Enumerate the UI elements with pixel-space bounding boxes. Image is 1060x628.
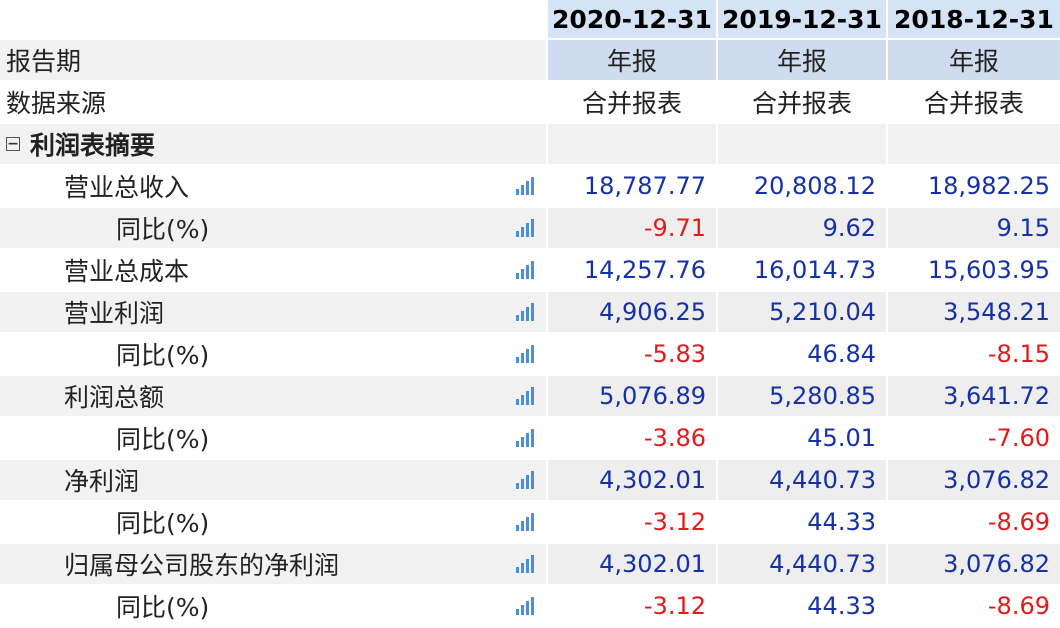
metric-row-label: 净利润 xyxy=(0,460,546,502)
section-blank xyxy=(886,124,1060,166)
report-period-value: 年报 xyxy=(886,40,1060,82)
metric-value-cell: 18,787.77 xyxy=(546,166,716,208)
yoy-value-cell: 9.15 xyxy=(886,208,1060,250)
yoy-row-label: 同比(%) xyxy=(0,418,546,460)
period-header-2018[interactable]: 2018-12-31 xyxy=(886,0,1060,40)
header-blank xyxy=(0,0,546,40)
section-title: 利润表摘要 xyxy=(30,131,156,160)
bar-chart-icon[interactable] xyxy=(516,261,536,279)
yoy-row-label: 同比(%) xyxy=(0,208,546,250)
metric-row-label: 营业总收入 xyxy=(0,166,546,208)
metric-value-cell: 4,302.01 xyxy=(546,544,716,586)
row-label-text: 同比(%) xyxy=(116,341,210,370)
yoy-row-label: 同比(%) xyxy=(0,586,546,628)
row-label-text: 净利润 xyxy=(64,467,140,496)
yoy-value-cell: -8.69 xyxy=(886,502,1060,544)
bar-chart-icon[interactable] xyxy=(516,303,536,321)
bar-chart-icon[interactable] xyxy=(516,513,536,531)
row-label-text: 利润总额 xyxy=(64,383,165,412)
metric-value-cell: 14,257.76 xyxy=(546,250,716,292)
metric-row-label: 归属母公司股东的净利润 xyxy=(0,544,546,586)
period-header-2019[interactable]: 2019-12-31 xyxy=(716,0,886,40)
yoy-value-cell: -3.86 xyxy=(546,418,716,460)
row-label-text: 同比(%) xyxy=(116,509,210,538)
yoy-value-cell: 44.33 xyxy=(716,502,886,544)
yoy-value-cell: -9.71 xyxy=(546,208,716,250)
yoy-row-label: 同比(%) xyxy=(0,334,546,376)
metric-value-cell: 4,440.73 xyxy=(716,544,886,586)
metric-value-cell: 5,076.89 xyxy=(546,376,716,418)
yoy-value-cell: 46.84 xyxy=(716,334,886,376)
bar-chart-icon[interactable] xyxy=(516,177,536,195)
metric-value-cell: 3,641.72 xyxy=(886,376,1060,418)
metric-value-cell: 16,014.73 xyxy=(716,250,886,292)
bar-chart-icon[interactable] xyxy=(516,597,536,615)
bar-chart-icon[interactable] xyxy=(516,471,536,489)
metric-value-cell: 20,808.12 xyxy=(716,166,886,208)
metric-row-label: 利润总额 xyxy=(0,376,546,418)
row-label-text: 同比(%) xyxy=(116,593,210,622)
metric-value-cell: 3,076.82 xyxy=(886,460,1060,502)
collapse-icon[interactable]: − xyxy=(6,137,20,151)
report-period-value: 年报 xyxy=(546,40,716,82)
yoy-value-cell: -7.60 xyxy=(886,418,1060,460)
metric-value-cell: 15,603.95 xyxy=(886,250,1060,292)
data-source-value: 合并报表 xyxy=(716,82,886,124)
yoy-value-cell: -3.12 xyxy=(546,586,716,628)
row-label-text: 归属母公司股东的净利润 xyxy=(64,551,340,580)
data-source-label: 数据来源 xyxy=(0,82,546,124)
metric-value-cell: 4,440.73 xyxy=(716,460,886,502)
metric-value-cell: 3,076.82 xyxy=(886,544,1060,586)
bar-chart-icon[interactable] xyxy=(516,429,536,447)
report-period-label: 报告期 xyxy=(0,40,546,82)
yoy-value-cell: -8.15 xyxy=(886,334,1060,376)
yoy-value-cell: 44.33 xyxy=(716,586,886,628)
row-label-text: 营业利润 xyxy=(64,299,165,328)
yoy-value-cell: -3.12 xyxy=(546,502,716,544)
section-blank xyxy=(716,124,886,166)
bar-chart-icon[interactable] xyxy=(516,555,536,573)
row-label-text: 营业总成本 xyxy=(64,257,190,286)
yoy-value-cell: 45.01 xyxy=(716,418,886,460)
metric-value-cell: 5,210.04 xyxy=(716,292,886,334)
yoy-value-cell: -8.69 xyxy=(886,586,1060,628)
yoy-row-label: 同比(%) xyxy=(0,502,546,544)
metric-value-cell: 5,280.85 xyxy=(716,376,886,418)
metric-row-label: 营业利润 xyxy=(0,292,546,334)
section-blank xyxy=(546,124,716,166)
data-source-value: 合并报表 xyxy=(546,82,716,124)
yoy-value-cell: 9.62 xyxy=(716,208,886,250)
metric-value-cell: 4,302.01 xyxy=(546,460,716,502)
period-header-2020[interactable]: 2020-12-31 xyxy=(546,0,716,40)
metric-row-label: 营业总成本 xyxy=(0,250,546,292)
row-label-text: 营业总收入 xyxy=(64,173,190,202)
report-period-value: 年报 xyxy=(716,40,886,82)
bar-chart-icon[interactable] xyxy=(516,219,536,237)
section-header[interactable]: − 利润表摘要 xyxy=(0,124,546,166)
metric-value-cell: 4,906.25 xyxy=(546,292,716,334)
income-statement-table: 2020-12-31 2019-12-31 2018-12-31 报告期 年报 … xyxy=(0,0,1060,628)
metric-value-cell: 3,548.21 xyxy=(886,292,1060,334)
bar-chart-icon[interactable] xyxy=(516,345,536,363)
row-label-text: 同比(%) xyxy=(116,215,210,244)
yoy-value-cell: -5.83 xyxy=(546,334,716,376)
metric-value-cell: 18,982.25 xyxy=(886,166,1060,208)
row-label-text: 同比(%) xyxy=(116,425,210,454)
bar-chart-icon[interactable] xyxy=(516,387,536,405)
data-source-value: 合并报表 xyxy=(886,82,1060,124)
